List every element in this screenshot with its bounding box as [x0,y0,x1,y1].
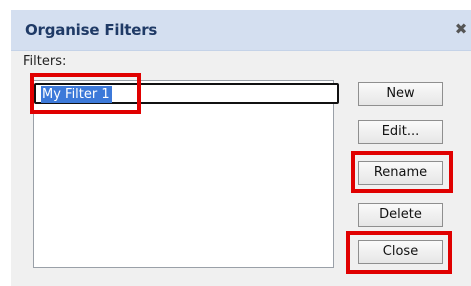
dialog-title-bar: Organise Filters ✖ [11,10,471,51]
delete-button[interactable]: Delete [358,203,443,227]
highlight-filter-name [30,73,141,114]
dialog-title: Organise Filters [25,21,158,39]
close-icon[interactable]: ✖ [451,18,471,40]
edit-button[interactable]: Edit... [358,120,443,144]
filters-label: Filters: [23,54,67,69]
highlight-rename-button [351,151,453,193]
organise-filters-dialog: Organise Filters ✖ Filters: My Filter 1 … [0,0,471,286]
new-button[interactable]: New [358,82,443,106]
highlight-close-button [346,231,452,274]
